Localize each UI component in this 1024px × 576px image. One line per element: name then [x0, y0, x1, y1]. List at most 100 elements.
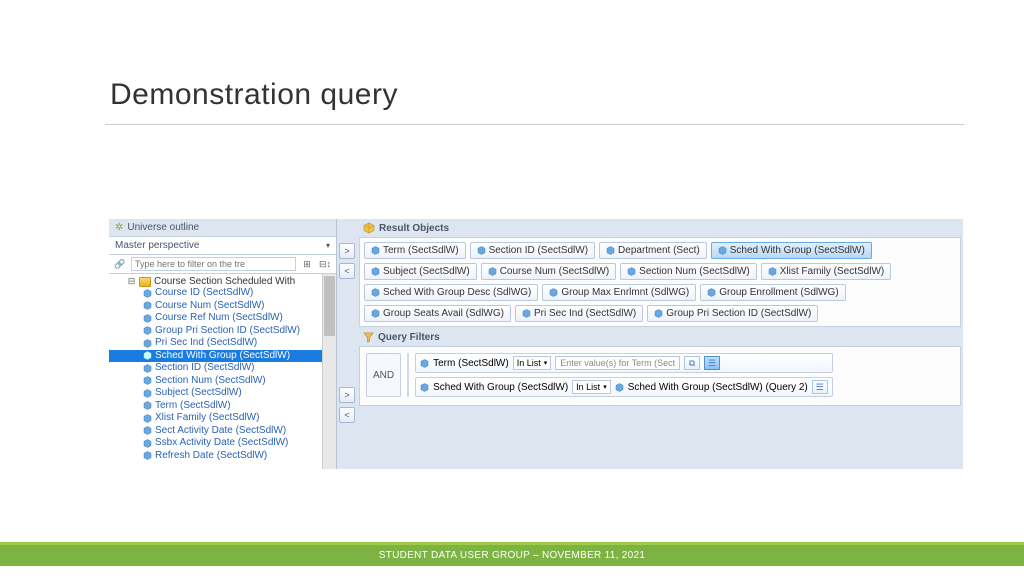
tree-item[interactable]: Group Pri Section ID (SectSdlW)	[109, 325, 336, 338]
sidebar-toolbar: 🔗 ⊞ ⊟↕	[109, 255, 336, 274]
tree-scrollbar[interactable]	[322, 274, 336, 469]
tree-item[interactable]: Course Ref Num (SectSdlW)	[109, 312, 336, 325]
list-values-button[interactable]: ☰	[704, 356, 720, 370]
cube-icon	[363, 222, 375, 234]
slide-footer: STUDENT DATA USER GROUP – NOVEMBER 11, 2…	[0, 542, 1024, 566]
dimension-icon	[371, 309, 380, 318]
tree-item[interactable]: Course Num (SectSdlW)	[109, 300, 336, 313]
tree-item-label: Subject (SectSdlW)	[155, 387, 242, 400]
dimension-icon	[143, 439, 152, 448]
dimension-icon	[371, 288, 380, 297]
filter-row[interactable]: Sched With Group (SectSdlW)In List ▾Sche…	[415, 377, 833, 397]
tree-item[interactable]: Xlist Family (SectSdlW)	[109, 412, 336, 425]
remove-from-filters-button[interactable]: <	[339, 407, 355, 423]
tree-item[interactable]: Pri Sec Ind (SectSdlW)	[109, 337, 336, 350]
expand-all-button[interactable]: ⊞	[300, 257, 314, 271]
query-filters-area[interactable]: AND Term (SectSdlW)In List ▾Enter value(…	[359, 346, 961, 406]
query-filters-label: Query Filters	[378, 332, 440, 343]
perspective-dropdown[interactable]: Master perspective ▾	[109, 237, 336, 255]
tree-item-label: Term (SectSdlW)	[155, 400, 231, 413]
chip-label: Section ID (SectSdlW)	[489, 245, 588, 256]
and-group: AND Term (SectSdlW)In List ▾Enter value(…	[366, 353, 954, 397]
tree-item[interactable]: Subject (SectSdlW)	[109, 387, 336, 400]
result-chip[interactable]: Section ID (SectSdlW)	[470, 242, 595, 259]
filter-row[interactable]: Term (SectSdlW)In List ▾Enter value(s) f…	[415, 353, 833, 373]
result-chip[interactable]: Pri Sec Ind (SectSdlW)	[515, 305, 643, 322]
dimension-icon	[606, 246, 615, 255]
operator-select[interactable]: In List ▾	[513, 356, 552, 370]
chevron-down-icon: ▾	[326, 241, 330, 250]
collapse-toggle-icon[interactable]: ⊟	[127, 276, 136, 287]
chip-label: Group Max Enrlmnt (SdlWG)	[561, 287, 689, 298]
tree-item[interactable]: Ssbx Activity Date (SectSdlW)	[109, 437, 336, 450]
folder-icon	[139, 277, 151, 287]
result-chip[interactable]: Group Enrollment (SdlWG)	[700, 284, 845, 301]
tree-item-label: Course Ref Num (SectSdlW)	[155, 312, 283, 325]
refresh-icon[interactable]: ✲	[115, 222, 123, 233]
tree-item-label: Course Num (SectSdlW)	[155, 300, 264, 313]
remove-from-results-button[interactable]: <	[339, 263, 355, 279]
add-to-filters-button[interactable]: >	[339, 387, 355, 403]
dimension-icon	[654, 309, 663, 318]
result-chip[interactable]: Xlist Family (SectSdlW)	[761, 263, 891, 280]
tree-item[interactable]: Course ID (SectSdlW)	[109, 287, 336, 300]
scrollbar-thumb[interactable]	[324, 276, 335, 336]
dimension-icon	[143, 351, 152, 360]
filter-value-field: Sched With Group (SectSdlW) (Query 2)	[628, 382, 808, 393]
dimension-icon	[627, 267, 636, 276]
dimension-icon	[143, 326, 152, 335]
result-chip[interactable]: Subject (SectSdlW)	[364, 263, 477, 280]
list-values-button[interactable]: ☰	[812, 380, 828, 394]
universe-tree[interactable]: ⊟ Course Section Scheduled With Course I…	[109, 274, 336, 469]
dimension-icon	[143, 339, 152, 348]
tree-item[interactable]: Sect Activity Date (SectSdlW)	[109, 425, 336, 438]
tree-item[interactable]: Section Num (SectSdlW)	[109, 375, 336, 388]
link-icon[interactable]: 🔗	[113, 257, 127, 271]
tree-item[interactable]: Term (SectSdlW)	[109, 400, 336, 413]
dimension-icon	[615, 383, 624, 392]
tree-item-label: Refresh Date (SectSdlW)	[155, 450, 267, 463]
query-filters-header: Query Filters	[357, 329, 963, 346]
collapse-all-button[interactable]: ⊟↕	[318, 257, 332, 271]
result-chip[interactable]: Sched With Group (SectSdlW)	[711, 242, 872, 259]
dimension-icon	[143, 314, 152, 323]
result-chip[interactable]: Term (SectSdlW)	[364, 242, 466, 259]
dimension-icon	[143, 389, 152, 398]
dimension-icon	[718, 246, 727, 255]
add-to-results-button[interactable]: >	[339, 243, 355, 259]
dimension-icon	[522, 309, 531, 318]
tree-item[interactable]: Refresh Date (SectSdlW)	[109, 450, 336, 463]
tree-item[interactable]: Sched With Group (SectSdlW)	[109, 350, 336, 363]
title-divider	[105, 124, 964, 125]
chip-label: Sched With Group Desc (SdlWG)	[383, 287, 531, 298]
dimension-icon	[143, 301, 152, 310]
tree-folder[interactable]: ⊟ Course Section Scheduled With	[109, 276, 336, 287]
filter-value-input[interactable]: Enter value(s) for Term (Sect	[555, 356, 680, 370]
main-panel: Result Objects Term (SectSdlW) Section ID…	[357, 219, 963, 469]
result-chip[interactable]: Section Num (SectSdlW)	[620, 263, 757, 280]
tree-item-label: Xlist Family (SectSdlW)	[155, 412, 259, 425]
result-chip[interactable]: Group Seats Avail (SdlWG)	[364, 305, 511, 322]
chip-label: Department (Sect)	[618, 245, 700, 256]
result-chip[interactable]: Course Num (SectSdlW)	[481, 263, 616, 280]
tree-item-label: Section ID (SectSdlW)	[155, 362, 254, 375]
and-operator[interactable]: AND	[366, 353, 401, 397]
result-chip[interactable]: Sched With Group Desc (SdlWG)	[364, 284, 538, 301]
query-builder-app: ✲ Universe outline Master perspective ▾ …	[109, 219, 963, 469]
chip-label: Pri Sec Ind (SectSdlW)	[534, 308, 636, 319]
tree-filter-input[interactable]	[131, 257, 296, 271]
funnel-icon	[363, 332, 374, 343]
dimension-icon	[143, 376, 152, 385]
result-objects-area[interactable]: Term (SectSdlW) Section ID (SectSdlW) Depa…	[359, 237, 961, 327]
chip-label: Group Enrollment (SdlWG)	[719, 287, 838, 298]
result-objects-header: Result Objects	[357, 219, 963, 237]
result-chip[interactable]: Group Max Enrlmnt (SdlWG)	[542, 284, 696, 301]
tree-item-label: Section Num (SectSdlW)	[155, 375, 266, 388]
result-chip[interactable]: Group Pri Section ID (SectSdlW)	[647, 305, 818, 322]
prompt-button[interactable]: ⧉	[684, 356, 700, 370]
result-chip[interactable]: Department (Sect)	[599, 242, 707, 259]
chip-label: Section Num (SectSdlW)	[639, 266, 750, 277]
tree-item[interactable]: Section ID (SectSdlW)	[109, 362, 336, 375]
operator-select[interactable]: In List ▾	[572, 380, 611, 394]
result-objects-label: Result Objects	[379, 223, 449, 234]
